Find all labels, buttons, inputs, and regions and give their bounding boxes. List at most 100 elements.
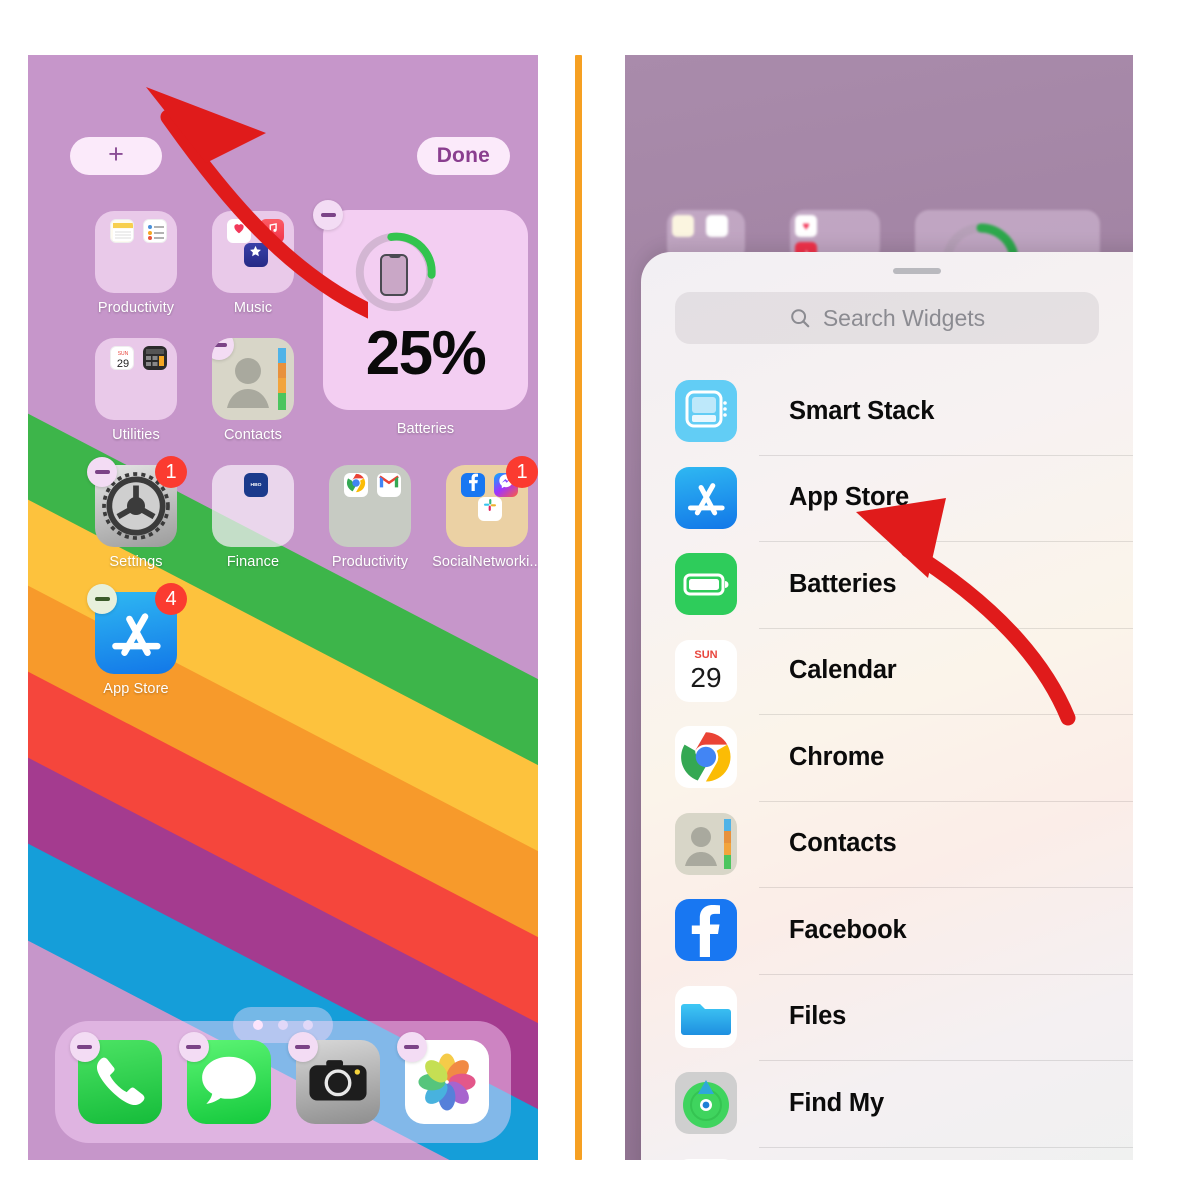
app-label: App Store (103, 681, 169, 697)
settings-gear-icon[interactable]: 1 (87, 456, 187, 547)
folder-productivity-2[interactable]: Productivity (311, 465, 429, 570)
app-label: Settings (109, 554, 163, 570)
dock-app-messages[interactable] (178, 1032, 271, 1124)
slack-icon (477, 497, 502, 521)
widget-label: Contacts (789, 829, 897, 858)
svg-text:HBO: HBO (250, 482, 261, 488)
imovie-icon (243, 243, 268, 267)
badge-count: 1 (506, 456, 538, 488)
dock-app-phone[interactable] (69, 1032, 162, 1124)
facebook-icon (675, 899, 737, 962)
sheet-grabber[interactable] (893, 268, 941, 274)
widget-label: Facebook (789, 915, 907, 944)
search-input[interactable]: Search Widgets (675, 292, 1099, 344)
app-settings[interactable]: 1 Settings (77, 456, 195, 570)
remove-widget-button[interactable] (313, 200, 343, 230)
health-icon: ♥ (795, 215, 817, 237)
remove-app-button[interactable] (396, 1032, 427, 1062)
reminders-icon (142, 219, 167, 243)
batteries-widget[interactable]: 25% (313, 200, 528, 410)
svg-text:29: 29 (117, 358, 129, 370)
app-store-icon[interactable]: 4 (87, 583, 187, 674)
chrome-icon (675, 726, 737, 789)
folder-productivity-1[interactable]: Productivity (77, 211, 195, 316)
widget-row-batteries[interactable]: Batteries (641, 541, 1133, 628)
screenshot-root: Productivity Music 25% Batteries SUN 29 … (0, 0, 1200, 1200)
widget-row-smart-stack[interactable]: Smart Stack (641, 368, 1133, 455)
batteries-icon (675, 553, 737, 616)
folder-utilities[interactable]: SUN 29 Utilities (77, 338, 195, 443)
panel-divider (575, 55, 582, 1160)
remove-app-button[interactable] (287, 1032, 318, 1062)
remove-app-button[interactable] (87, 457, 117, 487)
widget-label: Batteries (396, 421, 455, 437)
calendar-icon: SUN 29 (110, 346, 135, 370)
search-icon (791, 309, 810, 328)
widget-row-partial[interactable] (641, 1146, 1133, 1160)
dock (55, 1021, 511, 1143)
widget-row-find-my[interactable]: Find My (641, 1060, 1133, 1147)
folder-tile[interactable] (212, 211, 294, 293)
widget-row-app-store[interactable]: App Store (641, 454, 1133, 542)
search-placeholder: Search Widgets (822, 304, 986, 331)
contacts-icon[interactable] (212, 338, 294, 420)
app-label: Finance (226, 554, 280, 570)
widget-label: Chrome (789, 742, 885, 771)
widget-list[interactable]: Smart Stack App Store Batteries SUN 29 C… (641, 368, 1133, 1160)
remove-app-button[interactable] (178, 1032, 209, 1062)
app-label: Productivity (97, 300, 175, 316)
app-label: Utilities (112, 427, 160, 443)
smart-stack-icon (675, 380, 737, 443)
folder-tile[interactable] (329, 465, 411, 547)
app-label: Contacts (223, 427, 283, 443)
files-icon (675, 985, 737, 1048)
notes-icon (110, 219, 135, 243)
music-icon (259, 219, 284, 243)
widget-label: Find My (789, 1088, 884, 1117)
dock-app-camera[interactable] (287, 1032, 380, 1124)
hbo-icon: HBO (243, 473, 268, 497)
widget-row-files[interactable]: Files (641, 973, 1133, 1061)
facebook-icon (461, 473, 486, 497)
widget-label: Batteries (789, 569, 897, 598)
folder-music[interactable]: Music (194, 211, 312, 316)
folder-tile[interactable]: HBO (212, 465, 294, 547)
photos-icon (675, 1158, 737, 1160)
app-contacts[interactable]: Contacts (194, 338, 312, 443)
dock-app-photos[interactable] (396, 1032, 489, 1124)
widget-label: App Store (789, 483, 910, 512)
add-widget-button[interactable]: + (70, 137, 162, 175)
widget-row-facebook[interactable]: Facebook (641, 887, 1133, 974)
folder-finance[interactable]: HBO Finance (194, 465, 312, 570)
app-label: Music (233, 300, 273, 316)
remove-app-button[interactable] (69, 1032, 100, 1062)
folder-tile[interactable]: SUN 29 (95, 338, 177, 420)
widget-label: Calendar (789, 656, 897, 685)
svg-text:29: 29 (690, 662, 721, 693)
svg-text:SUN: SUN (694, 649, 717, 661)
svg-text:SUN: SUN (118, 351, 129, 357)
app-label: SocialNetworki... (432, 554, 538, 570)
widget-row-contacts[interactable]: Contacts (641, 800, 1133, 888)
chrome-icon (344, 473, 369, 497)
left-phone-screen: Productivity Music 25% Batteries SUN 29 … (28, 55, 538, 1160)
badge-count: 4 (155, 583, 187, 615)
widget-picker-sheet: Search Widgets Smart Stack App Store Bat… (641, 252, 1133, 1160)
folder-social-networking[interactable]: 1 SocialNetworki... (428, 456, 538, 570)
plus-icon: + (108, 139, 124, 169)
iphone-icon (380, 254, 408, 296)
folder-tile[interactable] (95, 211, 177, 293)
badge-count: 1 (155, 456, 187, 488)
widget-row-calendar[interactable]: SUN 29 Calendar (641, 627, 1133, 715)
widget-row-chrome[interactable]: Chrome (641, 714, 1133, 801)
contacts-icon (675, 812, 737, 875)
folder-tile[interactable]: 1 (446, 456, 538, 547)
right-phone-screen: ♥ ♪ ★ Search Widgets (625, 55, 1133, 1160)
widget-label: Smart Stack (789, 396, 935, 425)
done-button[interactable]: Done (416, 137, 510, 175)
remove-app-button[interactable] (87, 584, 117, 614)
health-icon (227, 219, 252, 243)
calendar-icon: SUN 29 (675, 639, 737, 702)
app-app-store[interactable]: 4 App Store (77, 583, 195, 697)
find-my-icon (675, 1072, 737, 1135)
